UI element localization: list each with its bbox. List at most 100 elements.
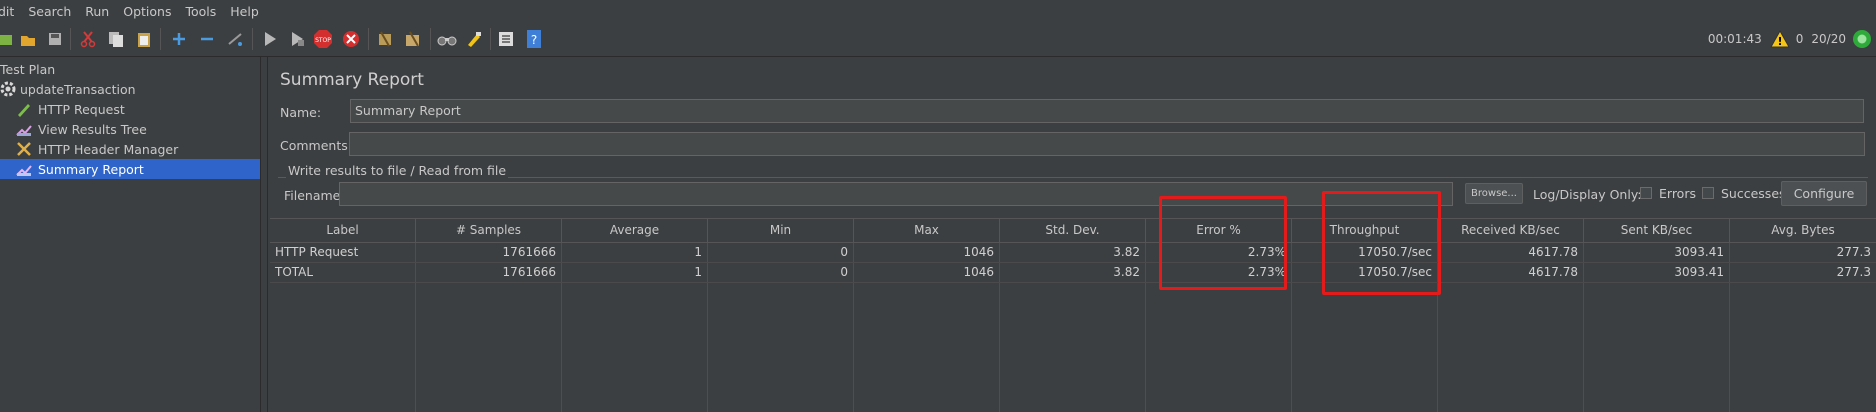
name-field[interactable]: Summary Report bbox=[350, 99, 1864, 123]
templates-icon[interactable] bbox=[17, 28, 39, 50]
column-header-max[interactable]: Max bbox=[854, 219, 1000, 242]
toolbar-separator bbox=[252, 28, 253, 50]
test-plan-tree: Test Plan updateTransaction HTTP Request… bbox=[0, 57, 260, 412]
cell-label: TOTAL bbox=[270, 263, 416, 282]
filename-label: Filename bbox=[284, 188, 341, 203]
tree-node-summary-report[interactable]: Summary Report bbox=[0, 159, 260, 179]
elapsed-time: 00:01:43 bbox=[1707, 32, 1762, 46]
warning-count: 0 bbox=[1795, 32, 1804, 46]
configure-button[interactable]: Configure bbox=[1781, 181, 1867, 206]
group-border bbox=[278, 177, 1868, 178]
throughput-highlight-box bbox=[1322, 191, 1441, 295]
column-header-samples[interactable]: # Samples bbox=[416, 219, 562, 242]
help-icon[interactable]: ? bbox=[523, 28, 545, 50]
column-header-received[interactable]: Received KB/sec bbox=[1438, 219, 1584, 242]
tree-node-thread-group[interactable]: updateTransaction bbox=[0, 79, 260, 99]
search-icon[interactable] bbox=[436, 28, 458, 50]
clear-all-icon[interactable] bbox=[402, 28, 424, 50]
menu-run[interactable]: Run bbox=[85, 4, 109, 19]
column-header-std-dev[interactable]: Std. Dev. bbox=[1000, 219, 1146, 242]
cell-average: 1 bbox=[562, 243, 708, 262]
paste-icon[interactable] bbox=[133, 28, 155, 50]
cut-icon[interactable] bbox=[77, 28, 99, 50]
tree-node-label: Test Plan bbox=[0, 61, 56, 77]
toolbar-separator bbox=[430, 28, 431, 50]
table-header: Label # Samples Average Min Max Std. Dev… bbox=[270, 218, 1876, 243]
running-indicator-icon bbox=[1852, 29, 1872, 49]
start-no-pause-icon[interactable] bbox=[286, 28, 308, 50]
file-group-label: Write results to file / Read from file bbox=[286, 163, 509, 178]
collapse-icon[interactable] bbox=[196, 28, 218, 50]
column-header-min[interactable]: Min bbox=[708, 219, 854, 242]
warning-icon[interactable]: ! bbox=[1769, 30, 1790, 48]
toolbar-separator bbox=[160, 28, 161, 50]
start-icon[interactable] bbox=[259, 28, 281, 50]
tree-node-test-plan[interactable]: Test Plan bbox=[0, 59, 260, 79]
cell-std-dev: 3.82 bbox=[1000, 263, 1146, 282]
cell-max: 1046 bbox=[854, 263, 1000, 282]
cell-samples: 1761666 bbox=[416, 263, 562, 282]
tree-node-http-header-manager[interactable]: HTTP Header Manager bbox=[16, 139, 260, 159]
toolbar-separator bbox=[490, 28, 491, 50]
column-header-avg-bytes[interactable]: Avg. Bytes bbox=[1730, 219, 1876, 242]
save-icon[interactable] bbox=[44, 28, 66, 50]
comments-label: Comments: bbox=[280, 138, 352, 153]
tree-node-label: View Results Tree bbox=[38, 121, 147, 137]
tree-node-label: Summary Report bbox=[38, 161, 144, 177]
tree-node-view-results-tree[interactable]: View Results Tree bbox=[16, 119, 260, 139]
wrench-icon bbox=[16, 141, 32, 157]
error-pct-highlight-box bbox=[1159, 196, 1287, 290]
pen-icon bbox=[16, 101, 32, 117]
errors-label: Errors bbox=[1659, 186, 1696, 201]
cell-sent: 3093.41 bbox=[1584, 263, 1730, 282]
comments-field[interactable] bbox=[349, 132, 1865, 156]
menu-search[interactable]: Search bbox=[28, 4, 71, 19]
tree-node-http-request[interactable]: HTTP Request bbox=[16, 99, 260, 119]
tree-node-label: updateTransaction bbox=[20, 81, 136, 97]
cell-std-dev: 3.82 bbox=[1000, 243, 1146, 262]
toolbar-separator bbox=[70, 28, 71, 50]
column-header-average[interactable]: Average bbox=[562, 219, 708, 242]
status-area: 00:01:43 ! 0 20/20 bbox=[1708, 22, 1876, 56]
panel-splitter[interactable] bbox=[260, 57, 268, 412]
page-title: Summary Report bbox=[280, 70, 424, 90]
successes-checkbox[interactable] bbox=[1702, 187, 1714, 199]
column-header-sent[interactable]: Sent KB/sec bbox=[1584, 219, 1730, 242]
successes-label: Successes bbox=[1721, 186, 1786, 201]
cell-average: 1 bbox=[562, 263, 708, 282]
errors-checkbox[interactable] bbox=[1640, 187, 1652, 199]
cell-avg-bytes: 277.3 bbox=[1836, 245, 1871, 259]
menu-help[interactable]: Help bbox=[230, 4, 259, 19]
cell-received: 4617.78 bbox=[1438, 243, 1584, 262]
tree-node-label: HTTP Header Manager bbox=[38, 141, 179, 157]
open-icon[interactable] bbox=[0, 28, 16, 50]
summary-table: Label # Samples Average Min Max Std. Dev… bbox=[270, 218, 1876, 412]
menu-tools[interactable]: Tools bbox=[185, 4, 216, 19]
table-row[interactable]: TOTAL 1761666 1 0 1046 3.82 2.73% 17050.… bbox=[270, 263, 1876, 283]
cell-min: 0 bbox=[708, 263, 854, 282]
copy-icon[interactable] bbox=[105, 28, 127, 50]
column-header-label[interactable]: Label bbox=[270, 219, 416, 242]
shutdown-icon[interactable] bbox=[340, 28, 362, 50]
function-helper-icon[interactable] bbox=[495, 28, 517, 50]
toolbar-separator bbox=[368, 28, 369, 50]
reset-search-icon[interactable] bbox=[463, 28, 485, 50]
clear-icon[interactable] bbox=[374, 28, 396, 50]
cell-sent: 3093.41 bbox=[1584, 243, 1730, 262]
cell-max: 1046 bbox=[854, 243, 1000, 262]
browse-button[interactable]: Browse... bbox=[1465, 183, 1523, 204]
svg-text:?: ? bbox=[531, 33, 537, 47]
table-row[interactable]: HTTP Request 1761666 1 0 1046 3.82 2.73%… bbox=[270, 243, 1876, 263]
menu-options[interactable]: Options bbox=[123, 4, 171, 19]
gear-icon bbox=[0, 81, 16, 97]
tree-node-label: HTTP Request bbox=[38, 101, 125, 117]
stop-icon[interactable]: STOP bbox=[312, 28, 334, 50]
log-display-label: Log/Display Only: bbox=[1533, 187, 1642, 202]
expand-icon[interactable] bbox=[168, 28, 190, 50]
menu-edit[interactable]: dit bbox=[0, 4, 14, 19]
chart-icon bbox=[16, 161, 32, 177]
toggle-icon[interactable] bbox=[224, 28, 246, 50]
cell-samples: 1761666 bbox=[416, 243, 562, 262]
cell-received: 4617.78 bbox=[1438, 263, 1584, 282]
svg-text:!: ! bbox=[1777, 35, 1782, 48]
